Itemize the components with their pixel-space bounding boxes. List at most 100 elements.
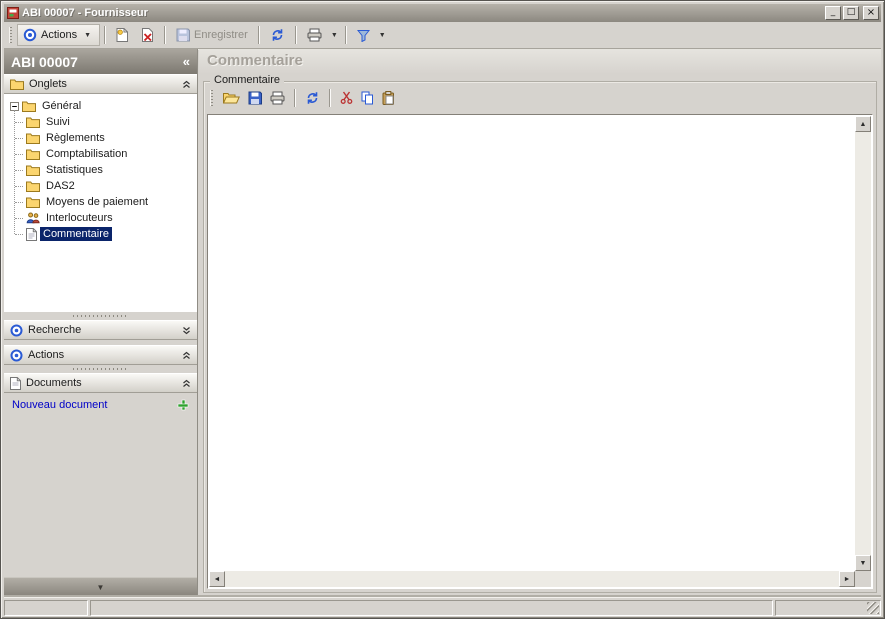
toolbar-separator — [295, 26, 297, 44]
target-icon — [10, 349, 23, 362]
status-panel — [4, 600, 88, 616]
main-content: Commentaire Commentaire — [199, 49, 881, 597]
status-panel — [775, 600, 881, 616]
document-icon — [26, 228, 37, 241]
section-header-documents[interactable]: Documents — [4, 373, 197, 393]
sidebar-splitter[interactable] — [4, 365, 197, 373]
minimize-button[interactable]: _ — [825, 6, 841, 20]
tree-item-moyens-de-paiement[interactable]: Moyens de paiement — [4, 194, 197, 210]
refresh-icon — [305, 91, 320, 105]
open-button[interactable] — [220, 89, 243, 106]
folder-icon — [26, 148, 40, 160]
app-icon — [7, 7, 19, 19]
open-folder-icon — [223, 91, 240, 104]
tree-item-label: Général — [39, 99, 84, 113]
toolbar-separator — [294, 89, 296, 107]
target-icon — [23, 28, 37, 42]
section-label-actions: Actions — [28, 349, 64, 361]
save-editor-button[interactable] — [245, 89, 265, 107]
maximize-button[interactable]: □ — [843, 6, 859, 20]
save-button[interactable]: Enregistrer — [170, 24, 254, 46]
status-bar — [4, 597, 881, 615]
tree-item-general[interactable]: Général — [4, 98, 197, 114]
refresh-editor-button[interactable] — [302, 89, 323, 107]
folder-icon — [10, 78, 24, 90]
tree-connector — [15, 186, 23, 187]
documents-panel: Nouveau document — [4, 393, 197, 577]
add-document-icon[interactable] — [177, 399, 189, 411]
people-icon — [26, 212, 40, 224]
comment-editor[interactable] — [209, 116, 855, 571]
scroll-left-button[interactable]: ◄ — [209, 571, 225, 587]
tree-item-label: Comptabilisation — [43, 147, 130, 161]
section-header-onglets[interactable]: Onglets — [4, 74, 197, 94]
print-button[interactable] — [301, 24, 328, 46]
paste-button[interactable] — [379, 89, 398, 107]
vertical-scrollbar[interactable]: ▲ ▼ — [855, 116, 871, 571]
tree-item-suivi[interactable]: Suivi — [4, 114, 197, 130]
actions-button[interactable]: Actions ▼ — [17, 24, 100, 46]
folder-icon — [26, 132, 40, 144]
tree-connector — [15, 234, 23, 235]
close-button[interactable]: × — [863, 6, 879, 20]
tree-item-interlocuteurs[interactable]: Interlocuteurs — [4, 210, 197, 226]
folder-icon — [26, 196, 40, 208]
filter-button[interactable] — [351, 24, 376, 46]
tree-item-reglements[interactable]: Règlements — [4, 130, 197, 146]
refresh-button[interactable] — [264, 24, 291, 46]
toolbar-grip[interactable] — [9, 27, 12, 43]
toolbar-separator — [329, 89, 331, 107]
tree-item-label: Statistiques — [43, 163, 106, 177]
sidebar: ABI 00007 « Onglets Général — [4, 49, 198, 597]
tree-connector — [15, 122, 23, 123]
folder-icon — [26, 180, 40, 192]
tree-item-comptabilisation[interactable]: Comptabilisation — [4, 146, 197, 162]
sidebar-splitter[interactable] — [4, 312, 197, 320]
tree-item-das2[interactable]: DAS2 — [4, 178, 197, 194]
scrollbar-corner — [855, 571, 871, 587]
section-header-actions[interactable]: Actions — [4, 345, 197, 365]
chevron-down-icon — [182, 326, 191, 335]
section-label-onglets: Onglets — [29, 78, 67, 90]
horizontal-scrollbar[interactable]: ◄ ► — [209, 571, 855, 587]
sidebar-collapse-button[interactable]: « — [183, 54, 190, 69]
app-window: ABI 00007 - Fournisseur _ □ × Actions ▼ — [0, 0, 885, 619]
editor-toolbar-grip[interactable] — [210, 90, 213, 106]
new-document-button[interactable] — [110, 24, 135, 46]
delete-button[interactable] — [135, 24, 160, 46]
refresh-icon — [270, 28, 285, 42]
resize-grip[interactable] — [867, 602, 879, 614]
chevron-down-icon: ▼ — [97, 583, 105, 592]
folder-icon — [22, 100, 36, 112]
save-icon — [248, 91, 262, 105]
cut-button[interactable] — [337, 89, 356, 106]
section-label-recherche: Recherche — [28, 324, 81, 336]
document-icon — [10, 377, 21, 390]
copy-button[interactable] — [358, 89, 377, 107]
filter-dropdown-caret[interactable]: ▼ — [376, 30, 389, 41]
commentaire-groupbox: Commentaire — [203, 81, 877, 593]
tree-connector — [15, 170, 23, 171]
status-panel — [90, 600, 773, 616]
section-header-recherche[interactable]: Recherche — [4, 320, 197, 340]
actions-button-label: Actions — [41, 29, 77, 41]
new-document-link[interactable]: Nouveau document — [12, 399, 107, 411]
chevron-up-icon — [182, 379, 191, 388]
tree-connector — [15, 202, 23, 203]
toolbar-separator — [164, 26, 166, 44]
tree-item-label: Suivi — [43, 115, 73, 129]
copy-icon — [361, 91, 374, 105]
scroll-up-button[interactable]: ▲ — [855, 116, 871, 132]
tree-item-commentaire[interactable]: Commentaire — [4, 226, 197, 242]
print-dropdown-caret[interactable]: ▼ — [328, 30, 341, 41]
scroll-down-button[interactable]: ▼ — [855, 555, 871, 571]
filter-icon — [357, 29, 370, 42]
print-editor-button[interactable] — [267, 89, 288, 107]
chevron-up-icon — [182, 351, 191, 360]
tree-item-statistiques[interactable]: Statistiques — [4, 162, 197, 178]
sidebar-overflow-button[interactable]: ▼ — [4, 577, 197, 597]
printer-icon — [307, 28, 322, 42]
scroll-right-button[interactable]: ► — [839, 571, 855, 587]
sidebar-header-title: ABI 00007 — [11, 54, 78, 70]
sidebar-header: ABI 00007 « — [4, 49, 197, 74]
